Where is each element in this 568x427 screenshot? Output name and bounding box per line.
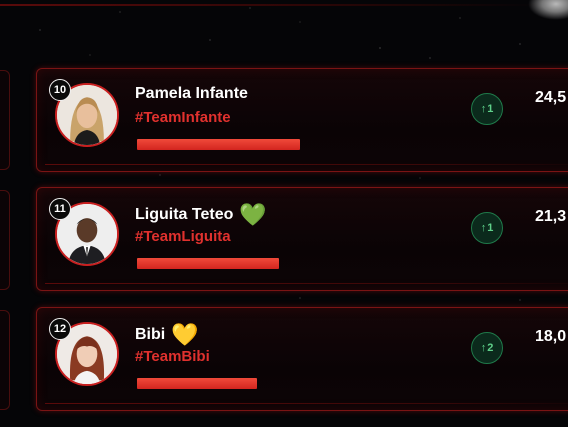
vote-count: 24,5 <box>535 89 567 106</box>
rank-badge: 12 <box>49 318 71 340</box>
trophy-ornament-icon <box>528 0 568 20</box>
leaderboard-card[interactable]: 11 Liguita Teteo 💚 #TeamLiguita ↑ 1 21,3 <box>36 187 568 291</box>
team-hashtag[interactable]: #TeamLiguita <box>135 228 231 245</box>
name-text: Liguita Teteo <box>135 206 234 223</box>
rank-badge: 11 <box>49 198 71 220</box>
vote-progress-bar <box>137 378 257 389</box>
vote-progress-bar <box>137 139 300 150</box>
team-hashtag[interactable]: #TeamBibi <box>135 348 210 365</box>
previous-card-edge <box>0 190 10 290</box>
team-hashtag[interactable]: #TeamInfante <box>135 109 231 126</box>
trend-value: 1 <box>487 103 494 115</box>
vote-progress-bar <box>137 258 279 269</box>
trend-value: 2 <box>487 342 494 354</box>
name-text: Pamela Infante <box>135 85 248 102</box>
rank-badge: 10 <box>49 79 71 101</box>
leaderboard-card[interactable]: 12 Bibi 💛 #TeamBibi ↑ 2 18,0 <box>36 307 568 411</box>
previous-card-edge <box>0 70 10 170</box>
trend-up-badge: ↑ 2 <box>471 332 503 364</box>
contestant-name: Pamela Infante <box>135 85 248 103</box>
arrow-up-icon: ↑ <box>480 103 487 115</box>
arrow-up-icon: ↑ <box>480 222 487 234</box>
contestant-name: Liguita Teteo 💚 <box>135 204 267 226</box>
arrow-up-icon: ↑ <box>480 342 487 354</box>
contestant-name: Bibi 💛 <box>135 324 199 346</box>
trend-up-badge: ↑ 1 <box>471 212 503 244</box>
yellow-heart-icon: 💛 <box>171 322 199 347</box>
name-text: Bibi <box>135 326 166 343</box>
top-divider <box>0 4 540 6</box>
trend-value: 1 <box>487 222 494 234</box>
trend-up-badge: ↑ 1 <box>471 93 503 125</box>
previous-card-edge <box>0 310 10 410</box>
vote-count: 21,3 <box>535 208 567 225</box>
leaderboard-card[interactable]: 10 Pamela Infante #TeamInfante ↑ 1 24,5 <box>36 68 568 172</box>
green-heart-icon: 💚 <box>239 202 267 227</box>
vote-count: 18,0 <box>535 328 567 345</box>
